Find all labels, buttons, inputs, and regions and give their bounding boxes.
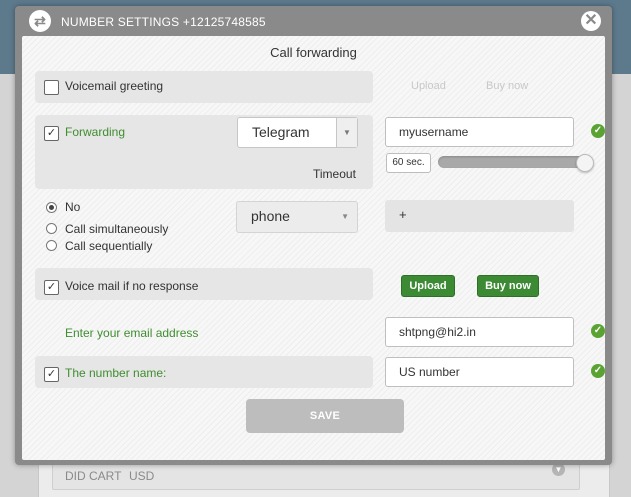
radio-call-sequentially[interactable] [46, 240, 57, 251]
voicemail-greeting-checkbox[interactable] [44, 80, 59, 95]
radio-call-simultaneously-label: Call simultaneously [65, 222, 169, 236]
timeout-slider[interactable] [438, 156, 586, 168]
timeout-value-badge: 60 sec. [386, 153, 431, 173]
did-cart-label: DID CART [65, 469, 122, 483]
email-input[interactable]: shtpng@hi2.in [385, 317, 574, 347]
radio-call-simultaneously[interactable] [46, 223, 57, 234]
timeout-label: Timeout [313, 167, 356, 181]
number-settings-modal: ⇄ NUMBER SETTINGS +12125748585 ✕ Call fo… [15, 6, 612, 465]
did-cart-currency: USD [129, 469, 155, 483]
check-circle-icon: ✓ [591, 364, 605, 378]
swap-arrows-icon: ⇄ [29, 10, 51, 32]
modal-header: ⇄ NUMBER SETTINGS +12125748585 ✕ [15, 6, 612, 36]
close-icon[interactable]: ✕ [581, 11, 601, 31]
modal-title: NUMBER SETTINGS +12125748585 [61, 15, 266, 29]
radio-no[interactable] [46, 202, 57, 213]
number-name-checkbox[interactable]: ✓ [44, 367, 59, 382]
check-circle-icon: ✓ [591, 324, 605, 338]
voicemail-greeting-buy-button[interactable]: Buy now [486, 80, 528, 92]
did-cart-row[interactable]: DID CART USD ▼ [52, 462, 580, 490]
number-name-label: The number name: [65, 366, 167, 380]
number-name-input[interactable]: US number [385, 357, 574, 387]
radio-call-sequentially-label: Call sequentially [65, 239, 153, 253]
forwarding-service-select[interactable]: Telegram ▼ [237, 117, 358, 148]
voice-mail-buy-now-button[interactable]: Buy now [477, 275, 539, 297]
voice-mail-upload-button[interactable]: Upload [401, 275, 455, 297]
chevron-down-icon: ▼ [336, 118, 357, 147]
forwarding-checkbox[interactable]: ✓ [44, 126, 59, 141]
voicemail-greeting-upload-button[interactable]: Upload [411, 80, 446, 92]
chevron-down-icon: ▼ [341, 212, 349, 221]
save-button[interactable]: SAVE [246, 399, 404, 433]
radio-no-label: No [65, 200, 81, 214]
forwarding-label: Forwarding [65, 125, 126, 139]
voicemail-greeting-label: Voicemail greeting [65, 79, 164, 93]
forwarding-service-value: Telegram [252, 124, 310, 140]
call-type-select[interactable]: phone ▼ [236, 201, 358, 233]
timeout-slider-handle[interactable] [576, 154, 594, 172]
voice-mail-no-response-label: Voice mail if no response [65, 279, 199, 293]
email-label: Enter your email address [65, 326, 199, 340]
section-title: Call forwarding [270, 45, 357, 60]
voice-mail-no-response-checkbox[interactable]: ✓ [44, 280, 59, 295]
call-type-value: phone [251, 208, 290, 224]
phone-number-input[interactable]: + [385, 200, 574, 232]
modal-body: Call forwarding Voicemail greeting Uploa… [22, 36, 605, 460]
check-circle-icon: ✓ [591, 124, 605, 138]
forwarding-username-input[interactable]: myusername [385, 117, 574, 147]
